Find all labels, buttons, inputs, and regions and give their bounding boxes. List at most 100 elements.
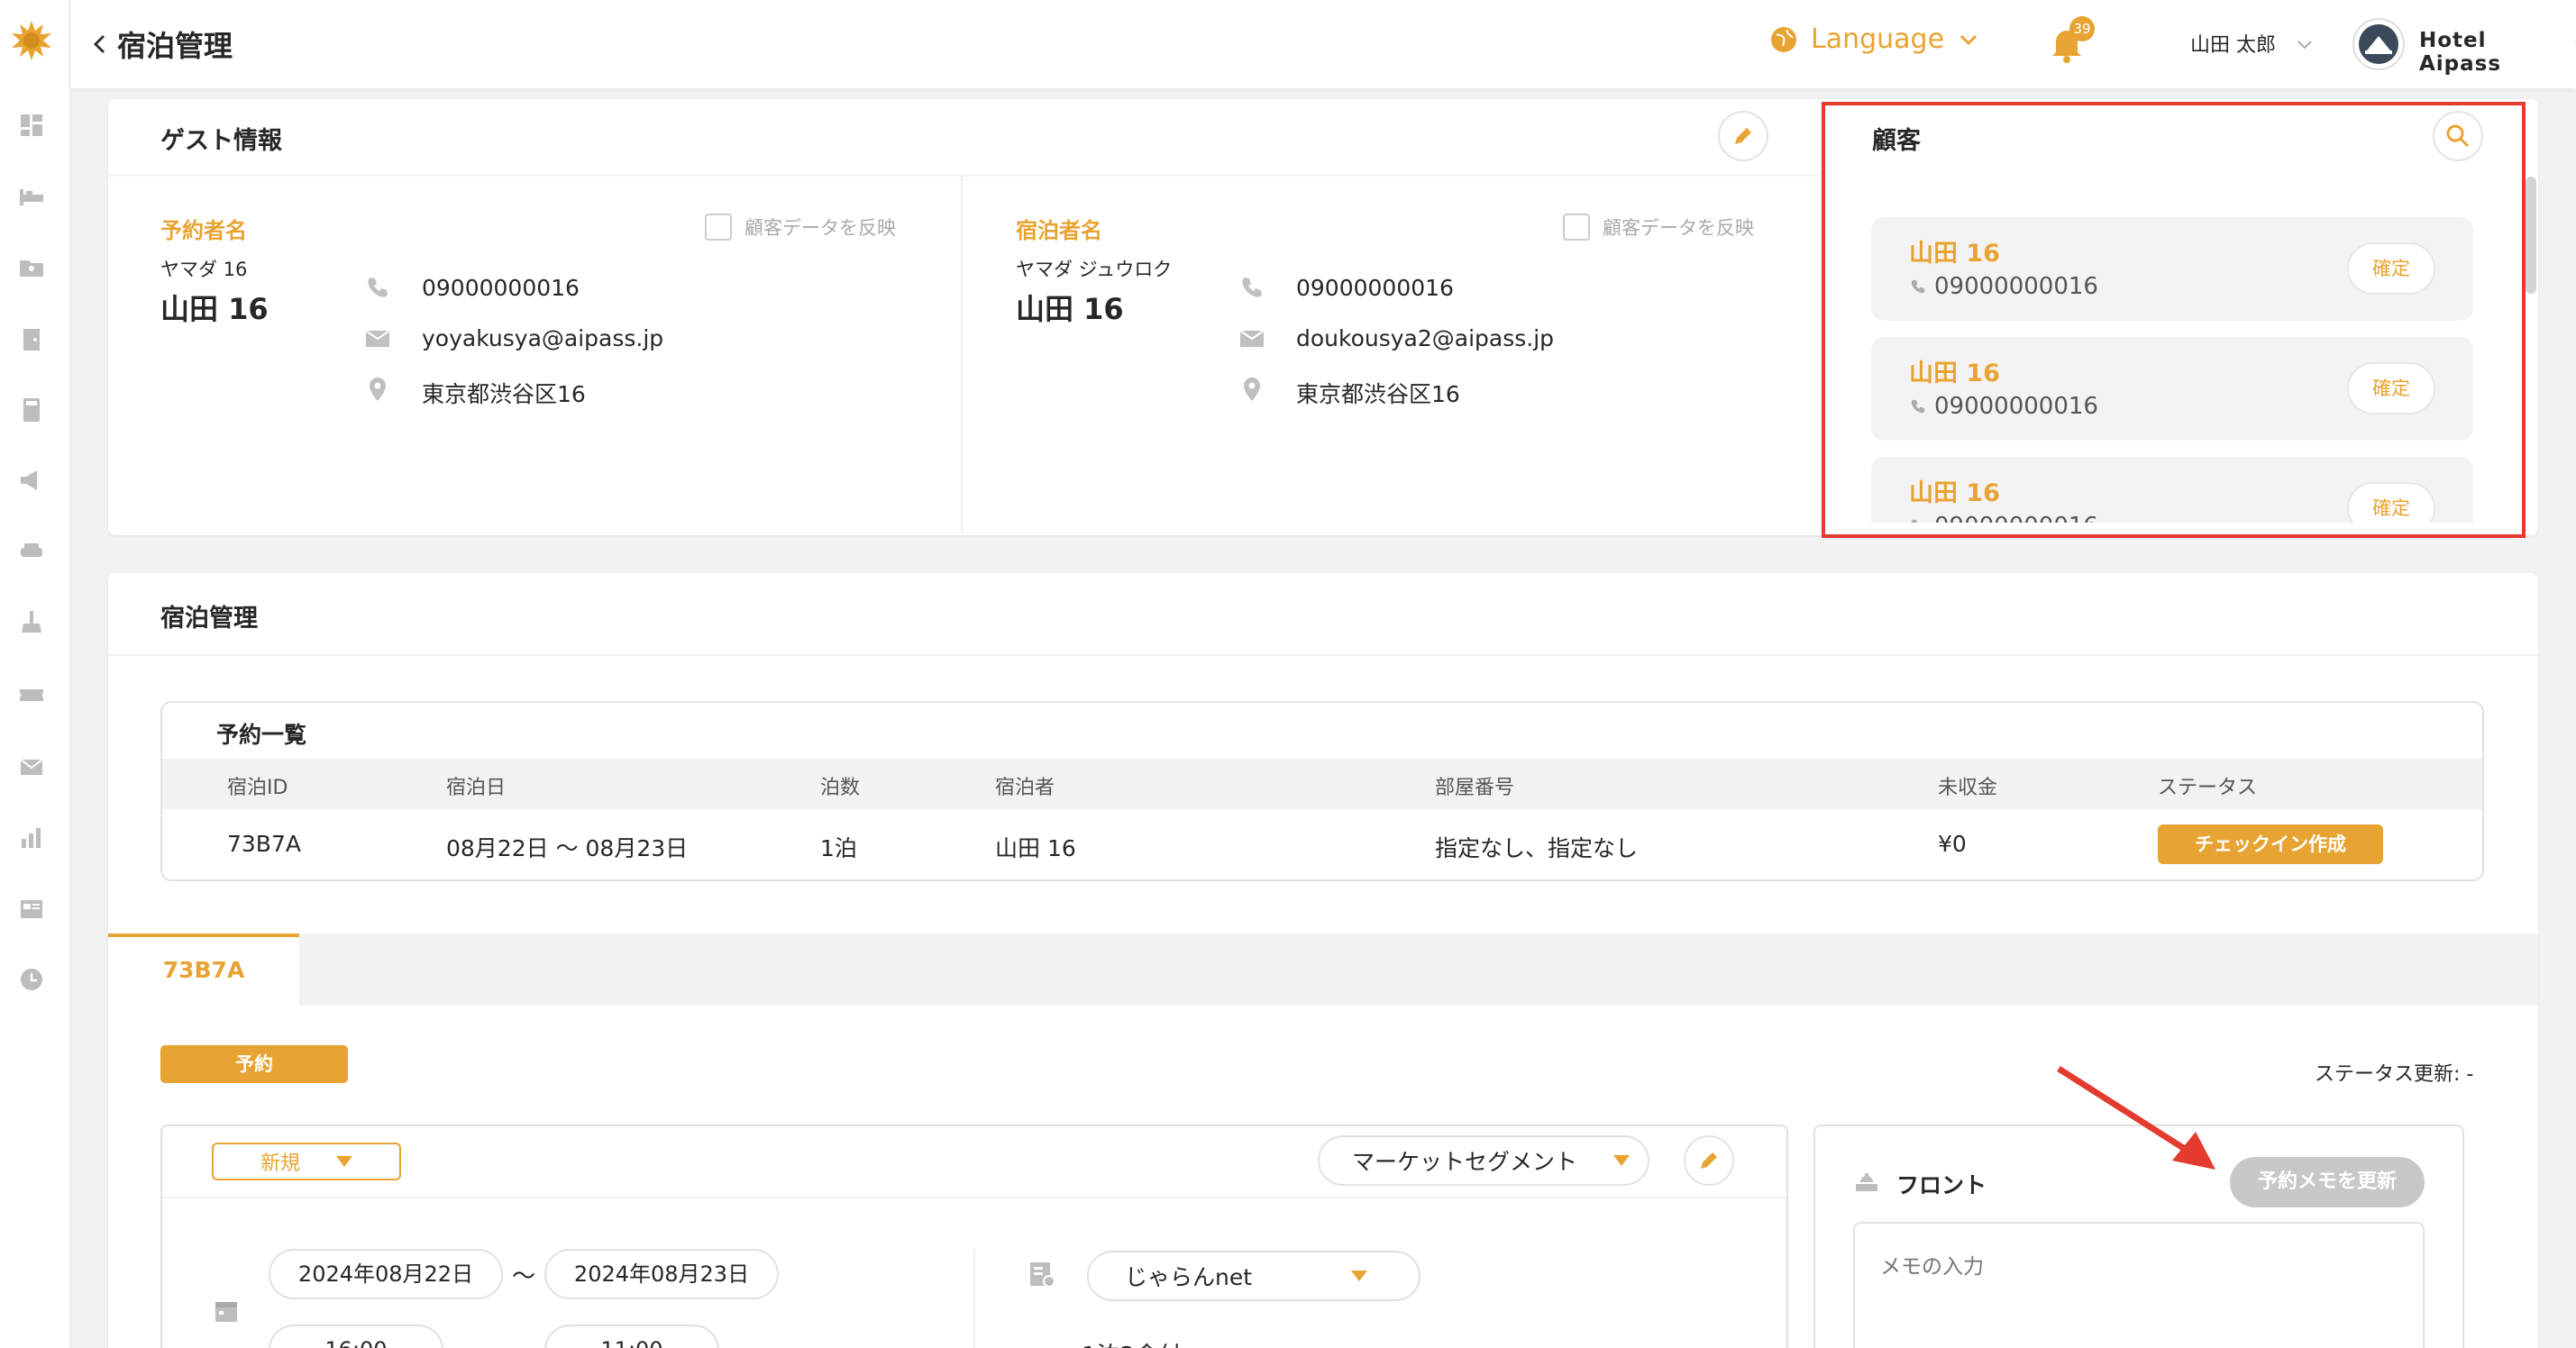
caret-down-icon — [1613, 1155, 1631, 1166]
mail-icon — [365, 330, 390, 347]
status-update-text: ステータス更新: - — [2315, 1063, 2474, 1086]
page-title: 宿泊管理 — [117, 29, 233, 63]
date-separator: ～ — [512, 1263, 536, 1290]
booker-name: 山田 16 — [160, 292, 269, 326]
checkin-date-input[interactable]: 2024年08月22日 — [269, 1249, 503, 1299]
scrollbar[interactable] — [2526, 177, 2536, 294]
column-header: 部屋番号 — [1435, 777, 1515, 799]
news-icon[interactable] — [18, 896, 45, 923]
door-icon[interactable] — [18, 326, 45, 353]
stay-dates: 08月22日 ～ 08月23日 — [446, 835, 689, 861]
hotel-logo[interactable] — [2352, 18, 2405, 70]
stay-id: 73B7A — [227, 831, 301, 857]
reflect-label: 顧客データを反映 — [744, 217, 896, 239]
bar-chart-icon[interactable] — [18, 824, 45, 851]
memo-input[interactable] — [1853, 1222, 2425, 1348]
channel-value: じゃらんnet — [1125, 1264, 1253, 1290]
edit-reservation-button[interactable] — [1684, 1135, 1734, 1186]
chevron-down-icon[interactable] — [2572, 34, 2576, 54]
booker-phone: 09000000016 — [422, 275, 580, 301]
hotel-name[interactable]: Hotel Aipass — [2419, 29, 2576, 76]
guest-email: doukousya2@aipass.jp — [1296, 325, 1555, 351]
annotation-arrow-icon — [2057, 1066, 2215, 1170]
booker-label: 予約者名 — [160, 218, 247, 243]
new-type-value: 新規 — [260, 1152, 300, 1175]
tab-73b7a[interactable]: 73B7A — [108, 934, 299, 1006]
edit-guest-button[interactable] — [1718, 111, 1768, 161]
mail-icon — [1239, 330, 1265, 347]
dashboard-icon[interactable] — [18, 112, 45, 139]
calendar-icon — [215, 1302, 237, 1322]
checkout-time-select[interactable]: 11:00 — [544, 1325, 719, 1348]
sofa-icon[interactable] — [18, 537, 45, 564]
market-segment-select[interactable]: マーケットセグメント — [1318, 1135, 1649, 1186]
back-arrow-icon[interactable] — [87, 31, 114, 58]
guest-kana: ヤマダ ジュウロク — [1016, 259, 1173, 280]
calculator-icon[interactable] — [18, 396, 45, 424]
checkout-time-value: 11:00 — [600, 1337, 662, 1348]
column-header: 宿泊ID — [227, 777, 288, 799]
divider — [973, 1249, 975, 1348]
booker-kana: ヤマダ 16 — [160, 259, 248, 280]
reservation-table: 予約一覧 宿泊ID 宿泊日 泊数 宿泊者 部屋番号 未収金 ステータス 73B7… — [160, 701, 2484, 881]
guest-label: 宿泊者名 — [1016, 218, 1102, 243]
checkin-time-select[interactable]: 16:00 — [269, 1325, 443, 1348]
market-segment-value: マーケットセグメント — [1352, 1149, 1578, 1175]
booker-email: yoyakusya@aipass.jp — [422, 325, 664, 351]
nights: 1泊 — [820, 835, 857, 861]
location-pin-icon — [370, 378, 386, 401]
language-label: Language — [1811, 23, 1945, 55]
channel-icon — [1030, 1262, 1055, 1288]
front-desk-icon — [1856, 1173, 1877, 1191]
column-header: 泊数 — [820, 777, 861, 799]
update-memo-button[interactable]: 予約メモを更新 — [2230, 1157, 2425, 1207]
column-header: 未収金 — [1938, 777, 1998, 799]
clock-icon[interactable] — [18, 966, 45, 993]
create-checkin-button[interactable]: チェックイン作成 — [2158, 824, 2383, 864]
folder-user-icon[interactable] — [18, 254, 45, 281]
highlight-box — [1822, 102, 2526, 538]
divider — [961, 177, 963, 533]
chevron-down-icon[interactable] — [2295, 34, 2315, 54]
guest-name: 山田 16 — [995, 835, 1076, 861]
user-name[interactable]: 山田 太郎 — [2190, 29, 2276, 58]
top-header: 宿泊管理 Language 39 山田 太郎 Hotel Aipass — [70, 0, 2576, 88]
room-number: 指定なし、指定なし — [1435, 835, 1639, 861]
checkout-date-input[interactable]: 2024年08月23日 — [544, 1249, 779, 1299]
mail-icon[interactable] — [18, 753, 45, 780]
cleaning-icon[interactable] — [18, 609, 45, 636]
caret-down-icon — [336, 1156, 352, 1167]
ticket-icon[interactable] — [18, 681, 45, 708]
column-header: 宿泊日 — [446, 777, 507, 799]
new-type-select[interactable]: 新規 — [212, 1143, 401, 1180]
guest-reflect-checkbox[interactable]: 顧客データを反映 — [1563, 214, 1754, 241]
guest-address: 東京都渋谷区16 — [1296, 381, 1460, 407]
column-header: 宿泊者 — [995, 777, 1055, 799]
reservation-status-tag: 予約 — [160, 1045, 348, 1083]
aipass-logo[interactable] — [11, 20, 52, 61]
booker-address: 東京都渋谷区16 — [422, 381, 586, 407]
booker-reflect-checkbox[interactable]: 顧客データを反映 — [705, 214, 896, 241]
reflect-label: 顧客データを反映 — [1603, 217, 1754, 239]
channel-select[interactable]: じゃらんnet — [1087, 1251, 1420, 1301]
front-title: フロント — [1896, 1172, 1987, 1198]
globe-icon — [1771, 26, 1796, 52]
notification-count-badge: 39 — [2069, 16, 2095, 41]
column-header: ステータス — [2158, 777, 2258, 799]
pencil-icon — [1701, 1152, 1717, 1169]
divider — [108, 175, 1821, 177]
stay-title: 宿泊管理 — [160, 605, 258, 633]
divider — [108, 654, 2538, 656]
chevron-down-icon — [1960, 34, 1978, 45]
megaphone-icon[interactable] — [18, 467, 45, 494]
language-selector[interactable]: Language — [1769, 23, 1980, 55]
pencil-icon — [1735, 128, 1751, 144]
phone-icon — [1242, 278, 1262, 297]
plan-name: 1泊2食付 — [1082, 1337, 1182, 1348]
bed-icon[interactable] — [18, 184, 45, 211]
divider — [162, 1197, 1786, 1198]
sidebar — [0, 0, 70, 1348]
guest-name: 山田 16 — [1016, 292, 1124, 326]
checkin-time-value: 16:00 — [324, 1337, 387, 1348]
guest-info-title: ゲスト情報 — [160, 127, 282, 155]
